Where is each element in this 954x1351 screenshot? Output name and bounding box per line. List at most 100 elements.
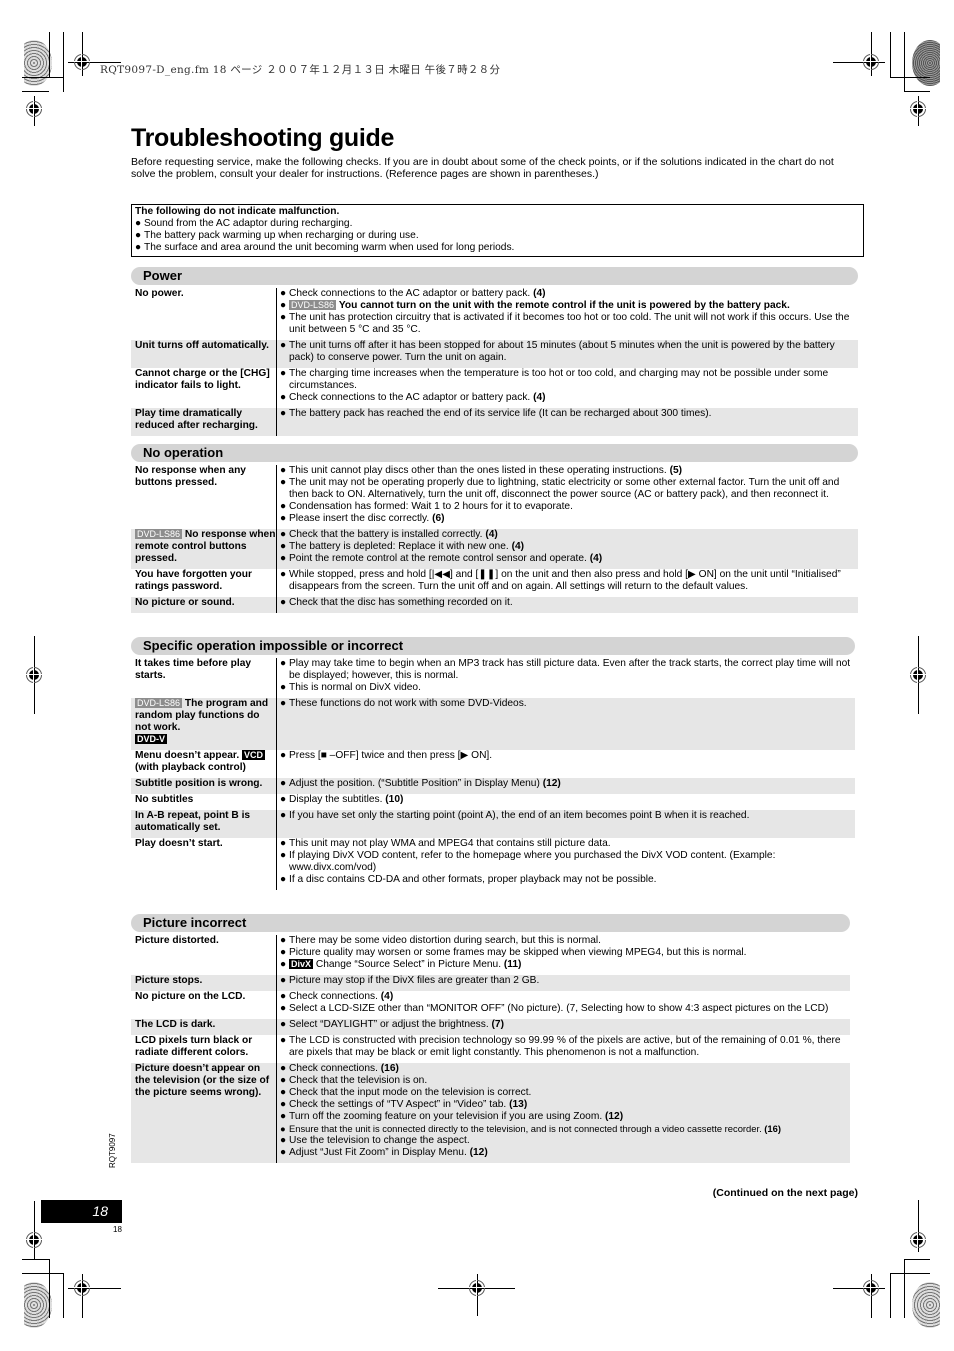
malfunction-notice-box: The following do not indicate malfunctio… (131, 204, 864, 257)
solution-item: ● The LCD is constructed with precision t… (280, 1035, 848, 1059)
problem-cell: No picture or sound. (131, 597, 276, 613)
solution-item: ● There may be some video distortion duri… (280, 935, 848, 947)
bullet-icon: ● (280, 392, 287, 403)
solution-item: ● Check connections to the AC adaptor or … (280, 288, 856, 300)
problem-cell: In A-B repeat, point B is automatically … (131, 810, 276, 838)
solution-cell: ● Check that the disc has something recor… (276, 597, 858, 613)
table-row: LCD pixels turn black or radiate differe… (131, 1035, 850, 1063)
problem-text: It takes time before play starts. (135, 658, 252, 681)
solution-body: Please insert the disc correctly. (289, 513, 430, 524)
solution-item: ● Check that the input mode on the televi… (280, 1087, 848, 1099)
table-row: The LCD is dark. ● Select “DAYLIGHT” or ad… (131, 1019, 850, 1035)
solution-item: ● Select a LCD-SIZE other than “MONITOR O… (280, 1003, 848, 1015)
solution-body: The unit may not be operating properly d… (289, 477, 840, 500)
solution-body: Condensation has formed: Wait 1 to 2 hou… (289, 501, 573, 512)
solution-item: ● This unit may not play WMA and MPEG4 th… (280, 838, 853, 850)
solution-body: This is normal on DivX video. (289, 682, 421, 693)
table-row: Subtitle position is wrong. ● Adjust the p… (131, 778, 855, 794)
solution-body: Check that the battery is installed corr… (289, 529, 483, 540)
solution-text: Select “DAYLIGHT” or adjust the brightne… (289, 1019, 504, 1031)
solution-cell: ● The LCD is constructed with precision t… (276, 1035, 850, 1063)
problem-cell: No subtitles (131, 794, 276, 810)
problem-text: No picture or sound. (135, 597, 235, 608)
registration-mark-icon (22, 1228, 46, 1252)
solution-item: ● The unit has protection circuitry that … (280, 312, 856, 336)
solution-text: Check the settings of “TV Aspect” in “Vi… (289, 1099, 527, 1111)
bullet-icon: ● (280, 682, 287, 693)
solution-body: Select “DAYLIGHT” or adjust the brightne… (289, 1019, 489, 1030)
table-row: In A-B repeat, point B is automatically … (131, 810, 855, 838)
solution-text: Press [■ –OFF] twice and then press [▶ O… (289, 750, 492, 762)
bullet-icon: ● (280, 368, 287, 379)
solution-item: ● Check that the battery is installed cor… (280, 529, 856, 541)
solution-body: If playing DivX VOD content, refer to th… (289, 850, 776, 873)
bullet-icon: ● (280, 1087, 287, 1098)
solution-item: ● Point the remote control at the remote … (280, 553, 856, 565)
page-reference: (12) (605, 1111, 624, 1122)
bullet-icon: ● (135, 242, 142, 253)
problem-text-suffix: (with playback control) (135, 762, 246, 773)
registration-mark-icon (906, 1228, 930, 1252)
table-row: DVD-LS86 No response when remote control… (131, 529, 858, 569)
page-title: Troubleshooting guide (131, 124, 395, 152)
table-row: You have forgotten your ratings password… (131, 569, 858, 597)
solution-text: The unit has protection circuitry that i… (289, 312, 856, 336)
solution-item: ● If a disc contains CD-DA and other form… (280, 874, 853, 886)
bullet-icon: ● (280, 750, 287, 761)
bullet-icon: ● (280, 501, 287, 512)
solution-body: Display the subtitles. (289, 794, 383, 805)
intro-text: Before requesting service, make the foll… (131, 156, 834, 180)
bullet-icon: ● (280, 935, 287, 946)
solution-body: This unit cannot play discs other than t… (289, 465, 667, 476)
solution-item: ● The charging time increases when the te… (280, 368, 856, 392)
solution-text: If a disc contains CD-DA and other forma… (289, 874, 657, 886)
table-row: Picture distorted. ● There may be some vid… (131, 935, 850, 975)
solution-cell: ● The charging time increases when the te… (276, 368, 858, 408)
table-row: Play doesn’t start. ● This unit may not pl… (131, 838, 855, 890)
registration-mark-icon (70, 1276, 94, 1300)
solution-cell: ● Adjust the position. (“Subtitle Positio… (276, 778, 855, 794)
bullet-icon: ● (280, 947, 287, 958)
bullet-icon: ● (280, 658, 287, 669)
problem-cell: No power. (131, 288, 276, 340)
problem-cell: Play doesn’t start. (131, 838, 276, 890)
problem-text: Play time dramatically reduced after rec… (135, 408, 258, 431)
section-heading: No operation (131, 444, 858, 462)
solution-body: There may be some video distortion durin… (289, 935, 601, 946)
problem-text: No picture on the LCD. (135, 991, 246, 1002)
registration-mark-icon (465, 1276, 489, 1300)
solution-text: Picture may stop if the DivX files are g… (289, 975, 539, 987)
bullet-icon: ● (280, 1123, 286, 1134)
page-reference: (4) (485, 529, 498, 540)
page-reference: (12) (542, 778, 561, 789)
solution-item: ● Check connections. (4) (280, 991, 848, 1003)
problem-text: In A-B repeat, point B is automatically … (135, 810, 251, 833)
disc-type-badge: VCD (242, 750, 266, 760)
problem-text: Picture stops. (135, 975, 203, 986)
table-row: No power. ● Check connections to the AC ad… (131, 288, 858, 340)
solution-body: If a disc contains CD-DA and other forma… (289, 874, 657, 885)
bullet-icon: ● (280, 1075, 287, 1086)
registration-mark-icon (859, 1276, 883, 1300)
solution-text: Check that the disc has something record… (289, 597, 513, 609)
notice-item: ● Sound from the AC adaptor during rechar… (135, 218, 353, 229)
solution-cell: ● Check connections to the AC adaptor or … (276, 288, 858, 340)
bullet-icon: ● (135, 218, 142, 229)
model-badge: DVD-LS86 (289, 300, 337, 310)
bullet-icon: ● (280, 698, 287, 709)
solution-body: The unit turns off after it has been sto… (289, 340, 835, 363)
notice-item: ● The surface and area around the unit be… (135, 242, 515, 253)
page-reference: (6) (432, 513, 445, 524)
model-badge: DVD-LS86 (135, 529, 183, 539)
disc-type-badge: DivX (289, 959, 314, 969)
bullet-icon: ● (280, 778, 287, 789)
registration-mark-icon (70, 50, 94, 74)
problem-cell: Play time dramatically reduced after rec… (131, 408, 276, 436)
bullet-icon: ● (280, 597, 287, 608)
problem-text: Play doesn’t start. (135, 838, 223, 849)
document-code: RQT9097 (108, 1133, 117, 1168)
solution-text: This unit cannot play discs other than t… (289, 465, 682, 477)
section-no-operation: No operation No response when any buttons… (131, 444, 858, 613)
solution-text: Adjust the position. (“Subtitle Position… (289, 778, 561, 790)
solution-body: Picture quality may worsen or some frame… (289, 947, 747, 958)
